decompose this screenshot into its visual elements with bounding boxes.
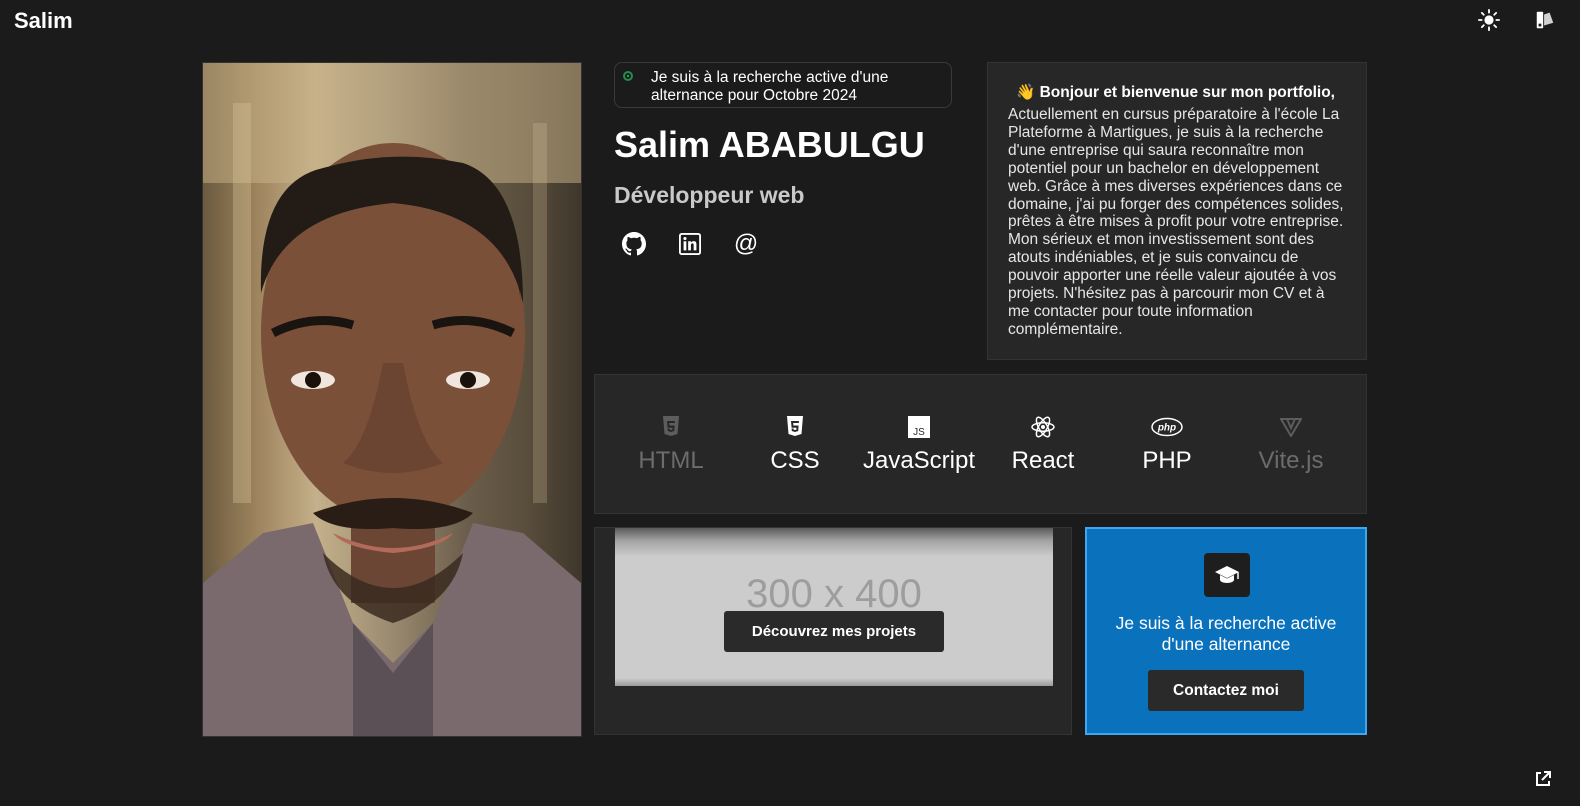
sun-icon[interactable] — [1478, 9, 1500, 31]
skill-css: CSS — [733, 415, 857, 475]
welcome-card: 👋 Bonjour et bienvenue sur mon portfolio… — [987, 62, 1367, 360]
welcome-title: 👋 Bonjour et bienvenue sur mon portfolio… — [1016, 84, 1335, 101]
contact-button[interactable]: Contactez moi — [1148, 670, 1304, 711]
svg-text:php: php — [1157, 423, 1176, 434]
status-banner: Je suis à la recherche active d'une alte… — [614, 62, 952, 108]
php-icon: php — [1151, 417, 1183, 437]
alternance-text: Je suis à la recherche active d'une alte… — [1115, 613, 1337, 654]
linkedin-icon[interactable] — [678, 232, 702, 256]
skill-javascript: JS JavaScript — [857, 415, 981, 475]
css3-icon — [787, 416, 803, 436]
welcome-body: Actuellement en cursus préparatoire à l'… — [1008, 106, 1344, 338]
external-link-icon[interactable] — [1534, 770, 1552, 788]
projects-button[interactable]: Découvrez mes projets — [724, 611, 944, 652]
js-icon: JS — [908, 416, 930, 438]
github-icon[interactable] — [622, 232, 646, 256]
skill-html: HTML — [609, 415, 733, 475]
skills-bar: HTML CSS JS JavaScript React php PHP Vit… — [594, 374, 1367, 514]
graduation-cap-icon — [1204, 553, 1250, 597]
email-link[interactable]: @ — [734, 232, 758, 256]
skill-react: React — [981, 415, 1105, 475]
projects-card: 300 x 400 Découvrez mes projets — [594, 527, 1072, 735]
react-icon — [1031, 416, 1055, 438]
site-brand[interactable]: Salim — [14, 8, 73, 34]
alternance-card: Je suis à la recherche active d'une alte… — [1085, 527, 1367, 735]
vite-icon — [1280, 418, 1302, 437]
profile-role: Développeur web — [614, 182, 805, 208]
project-placeholder-image: 300 x 400 — [615, 528, 1053, 686]
svg-text:JS: JS — [913, 427, 925, 438]
status-text: Je suis à la recherche active d'une alte… — [651, 69, 889, 104]
palette-icon[interactable] — [1534, 9, 1556, 31]
html5-icon — [663, 416, 679, 436]
skill-php: php PHP — [1105, 415, 1229, 475]
skill-vite: Vite.js — [1229, 415, 1353, 475]
social-links: @ — [622, 232, 758, 256]
profile-name: Salim ABABULGU — [614, 124, 925, 165]
profile-photo — [202, 62, 582, 737]
status-indicator-icon — [623, 71, 633, 81]
